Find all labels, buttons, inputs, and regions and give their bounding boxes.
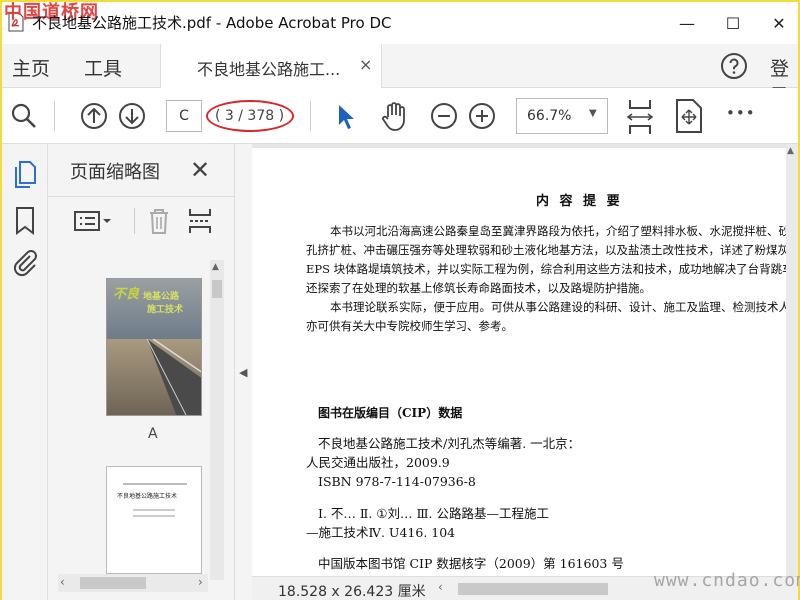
thumbnail-options-icon[interactable]	[72, 206, 116, 236]
cip-line: 不良地基公路施工技术/刘孔杰等编著. 一北京：	[318, 436, 581, 451]
scrollbar-thumb[interactable]	[458, 583, 608, 595]
scrollbar-thumb[interactable]	[80, 577, 146, 589]
scroll-left-icon[interactable]: ‹	[438, 580, 443, 594]
left-nav-rail	[2, 144, 48, 600]
document-tab-label: 不良地基公路施工...	[197, 60, 341, 79]
zoom-out-icon[interactable]	[430, 102, 458, 130]
text-line	[133, 509, 175, 511]
help-icon[interactable]	[720, 52, 748, 80]
thumbnail-text: 不良地基公路施工技术	[117, 493, 178, 500]
maximize-button[interactable]: ☐	[710, 8, 756, 38]
window-title: 不良地基公路施工技术.pdf - Adobe Acrobat Pro DC	[32, 14, 392, 32]
tab-home[interactable]: 主页	[12, 54, 50, 81]
scroll-mode-icon[interactable]	[624, 98, 656, 136]
tab-document[interactable]: 不良地基公路施工... ×	[160, 44, 382, 88]
thumbnail-label: A	[148, 426, 158, 442]
text-line: 本书理论联系实际，便于应用。可供从事公路建设的科研、设计、施工及监理、检测技术人…	[330, 300, 788, 314]
cip-line: —施工技术Ⅳ. U416. 104	[306, 525, 456, 540]
minimize-button[interactable]: —	[664, 8, 710, 38]
thumbnail-scrollbar[interactable]: ▲	[210, 260, 224, 580]
text-line	[133, 515, 175, 517]
toolbar: C ( 3 / 378 ) 66.7% ▼ •••	[2, 88, 798, 144]
page-number-input[interactable]: C	[166, 100, 202, 132]
text-line: 本书以河北沿海高速公路秦皇岛至冀津界路段为依托，介绍了塑料排水板、水泥搅拌桩、砂	[330, 224, 788, 238]
cover-road-image	[146, 339, 201, 415]
collapse-panel-icon[interactable]: ◀	[239, 366, 247, 379]
scroll-left-icon[interactable]: ‹	[60, 575, 65, 589]
text-line: 还探索了在处理的软基上修筑长寿命路面技术，以及路堤防护措施。	[306, 281, 651, 295]
text-line	[123, 483, 187, 485]
close-panel-button[interactable]: ✕	[190, 156, 210, 184]
cip-line: 中国版本图书馆 CIP 数据核字（2009）第 161603 号	[318, 556, 624, 571]
close-window-button[interactable]: ✕	[756, 8, 800, 38]
watermark-url: www.cndao.com	[654, 570, 800, 591]
page-heading: 内 容 提 要	[536, 194, 623, 209]
thumbnail-page-1[interactable]: 不良 地基公路 施工技术	[106, 278, 202, 416]
text-line: EPS 块体路堤填筑技术，并以实际工程为例，综合利用这些方法和技术，成功地解决了…	[306, 262, 788, 276]
zoom-in-icon[interactable]	[468, 102, 496, 130]
scroll-up-icon[interactable]: ▲	[787, 146, 794, 156]
extract-page-icon[interactable]	[186, 206, 214, 236]
cip-line: ISBN 978-7-114-07936-8	[318, 474, 476, 489]
chevron-down-icon: ▼	[589, 108, 597, 119]
toolbar-separator	[54, 101, 55, 131]
attachment-icon[interactable]	[12, 248, 38, 278]
thumbnail-page-2[interactable]: 不良地基公路施工技术	[106, 466, 202, 574]
page-count-label: ( 3 / 378 )	[215, 108, 285, 124]
toolbar-separator	[310, 101, 311, 131]
select-pointer-icon[interactable]	[334, 102, 360, 132]
search-icon[interactable]	[10, 102, 38, 130]
close-tab-button[interactable]: ×	[359, 55, 372, 74]
text-line: 孔挤扩桩、冲击碾压强夯等处理软弱和砂土液化地基方法，以及盐渍土改性技术，详述了粉…	[306, 243, 788, 257]
cip-line: Ⅰ. 不… Ⅱ. ①刘… Ⅲ. 公路路基—工程施工	[318, 506, 549, 521]
tab-bar: 主页 工具 不良地基公路施工... × 登录	[2, 44, 798, 107]
bookmark-icon[interactable]	[14, 206, 36, 236]
page-thumbnails-icon[interactable]	[12, 160, 38, 190]
more-options-button[interactable]: •••	[726, 104, 756, 122]
thumbnail-horizontal-scrollbar[interactable]: ‹ ›	[58, 574, 208, 592]
document-viewer: 内 容 提 要 本书以河北沿海高速公路秦皇岛至冀津界路段为依托，介绍了塑料排水板…	[252, 144, 798, 600]
document-scrollbar[interactable]: ▲	[786, 144, 798, 584]
maximize-icon: ☐	[725, 13, 741, 33]
hand-tool-icon[interactable]	[380, 100, 410, 132]
scrollbar-thumb[interactable]	[212, 280, 222, 298]
thumbnail-panel: 页面缩略图 ✕ 不良 地基公路 施工技术 A 不良地基公路施工技术 ▲ ‹ ›	[48, 144, 234, 600]
text-line: 亦可供有关大中专院校师生学习、参考。	[306, 319, 513, 333]
minimize-icon: —	[679, 13, 695, 33]
panel-title: 页面缩略图	[70, 162, 160, 183]
zoom-select[interactable]: 66.7% ▼	[516, 98, 608, 134]
title-bar: 中国道桥网 不良地基公路施工技术.pdf - Adobe Acrobat Pro…	[2, 2, 798, 44]
cover-title: 不良	[113, 287, 140, 302]
next-page-icon[interactable]	[118, 102, 146, 130]
scroll-right-icon[interactable]: ›	[198, 575, 203, 589]
trash-icon[interactable]	[146, 206, 172, 236]
cip-heading: 图书在版编目（CIP）数据	[318, 406, 463, 420]
page-fit-icon[interactable]	[674, 98, 704, 134]
scroll-up-icon[interactable]: ▲	[212, 262, 219, 272]
tab-tools[interactable]: 工具	[84, 54, 122, 81]
panel-collapse-bar: ◀	[234, 144, 252, 600]
previous-page-icon[interactable]	[80, 102, 108, 130]
page-size-label: 18.528 x 26.423 厘米	[278, 584, 426, 600]
pdf-page: 内 容 提 要 本书以河北沿海高速公路秦皇岛至冀津界路段为依托，介绍了塑料排水板…	[252, 148, 788, 576]
zoom-value: 66.7%	[527, 108, 572, 124]
close-icon: ✕	[772, 13, 786, 33]
cover-subtitle: 地基公路	[143, 292, 180, 302]
cip-line: 人民交通出版社，2009.9	[306, 455, 450, 470]
divider	[48, 196, 234, 197]
cover-subtitle: 施工技术	[147, 305, 184, 315]
toolbar-separator	[134, 208, 135, 234]
